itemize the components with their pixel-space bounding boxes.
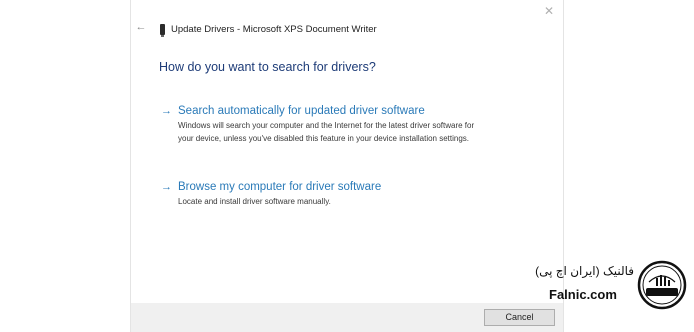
update-drivers-dialog: ← Update Drivers - Microsoft XPS Documen… bbox=[131, 0, 563, 332]
option-description-line: your device, unless you've disabled this… bbox=[178, 133, 470, 143]
option-arrow-icon: → bbox=[161, 181, 172, 193]
option-description: Windows will search your computer and th… bbox=[178, 120, 538, 145]
iranhp-logo-icon bbox=[637, 260, 687, 310]
screenshot-page: ← Update Drivers - Microsoft XPS Documen… bbox=[0, 0, 694, 332]
option-arrow-icon: → bbox=[161, 105, 172, 117]
option-description: Locate and install driver software manua… bbox=[178, 196, 538, 209]
window-title: Update Drivers - Microsoft XPS Document … bbox=[171, 24, 377, 35]
falnic-watermark: فالنیک (ایران اچ پی) Falnic.com bbox=[535, 257, 694, 321]
title-bar: ← Update Drivers - Microsoft XPS Documen… bbox=[131, 0, 563, 46]
option-description-line: Windows will search your computer and th… bbox=[178, 121, 475, 130]
option-description-line: Locate and install driver software manua… bbox=[178, 197, 331, 206]
driver-device-icon bbox=[160, 24, 165, 37]
dialog-footer: Cancel bbox=[131, 303, 563, 332]
option-title[interactable]: Search automatically for updated driver … bbox=[178, 103, 425, 119]
close-icon[interactable]: ✕ bbox=[541, 3, 557, 19]
watermark-latin-text: Falnic.com bbox=[549, 287, 617, 302]
option-title[interactable]: Browse my computer for driver software bbox=[178, 179, 381, 195]
watermark-persian-text: فالنیک (ایران اچ پی) bbox=[535, 264, 634, 278]
page-heading: How do you want to search for drivers? bbox=[159, 60, 376, 74]
back-arrow-icon[interactable]: ← bbox=[133, 19, 149, 35]
